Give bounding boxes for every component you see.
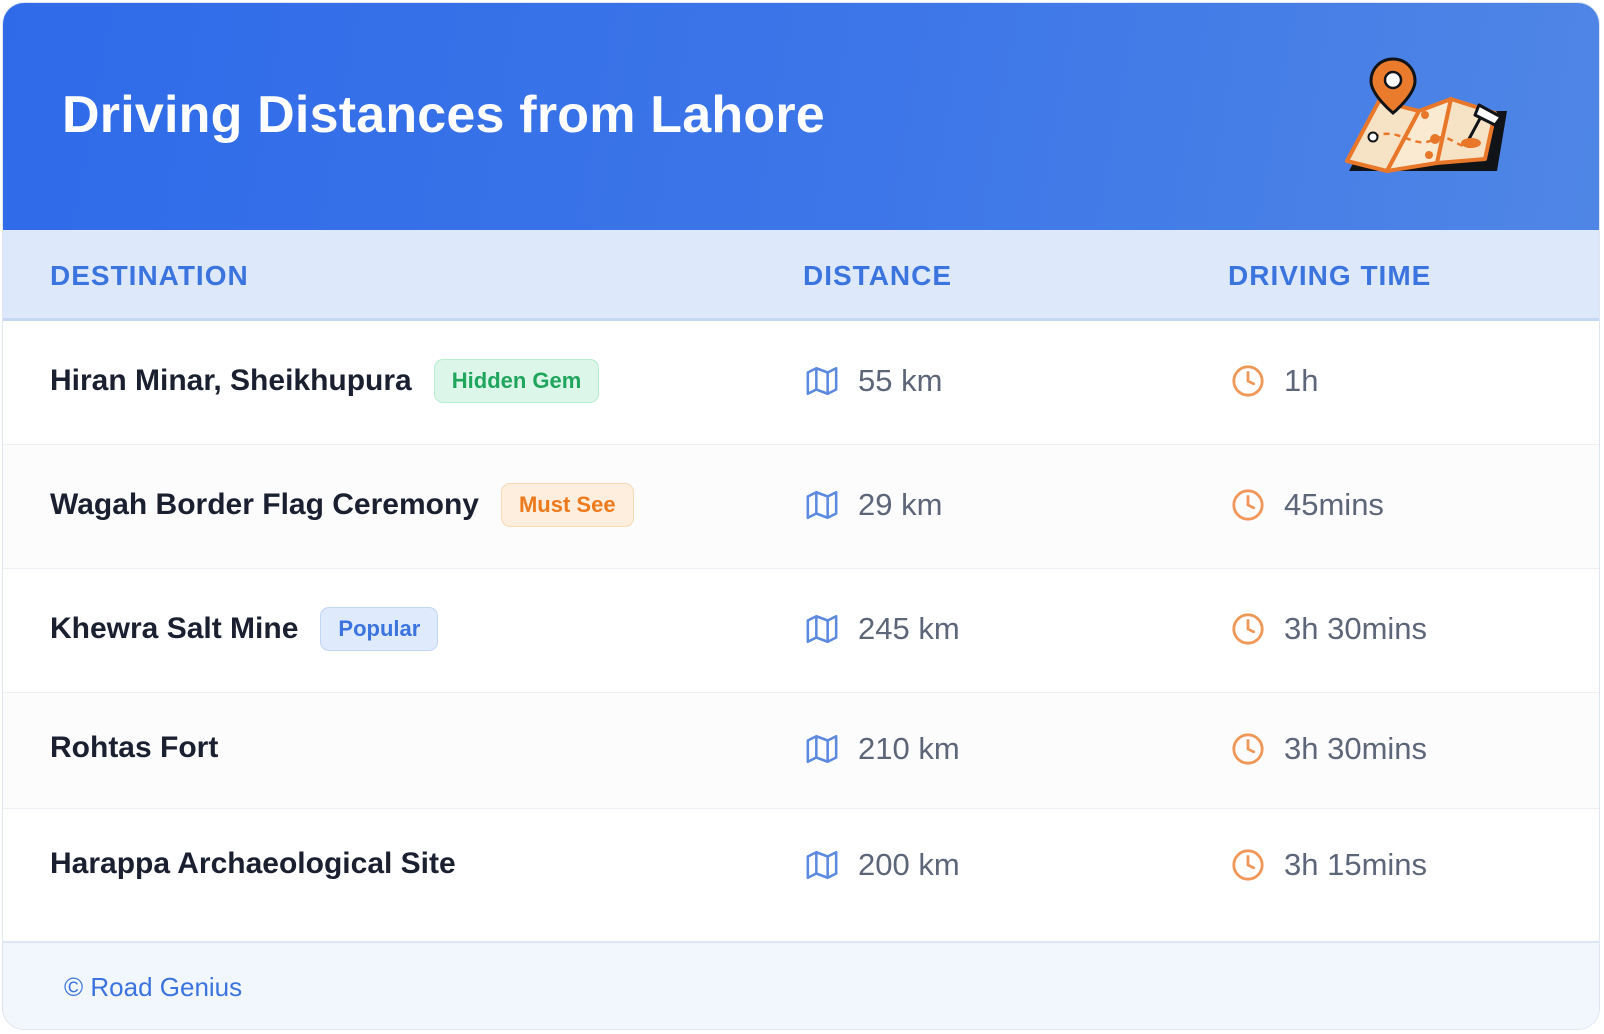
time-cell: 3h 15mins [1231, 847, 1427, 883]
table-row: Hiran Minar, Sheikhupura Hidden Gem 55 k… [3, 321, 1599, 445]
map-icon [806, 614, 838, 644]
map-icon [806, 366, 838, 396]
destination-cell: Khewra Salt Mine Popular [50, 607, 439, 651]
destination-cell: Rohtas Fort [50, 731, 218, 765]
clock-icon [1232, 365, 1264, 397]
table-row: Rohtas Fort 210 km 3h 30mins [3, 693, 1599, 809]
status-badge: Popular [320, 607, 439, 651]
table-row: Harappa Archaeological Site 200 km 3h 15… [3, 809, 1599, 941]
page-title: Driving Distances from Lahore [62, 86, 825, 144]
status-badge: Hidden Gem [433, 359, 600, 403]
distance-value: 29 km [858, 487, 943, 522]
distance-value: 245 km [858, 611, 960, 646]
clock-icon [1232, 489, 1264, 521]
time-value: 3h 15mins [1284, 847, 1428, 882]
table-row: Khewra Salt Mine Popular 245 km 3h 30min… [3, 569, 1599, 693]
distance-cell: 200 km [805, 847, 960, 883]
time-value: 3h 30mins [1284, 731, 1428, 766]
destination-name: Rohtas Fort [50, 731, 219, 764]
time-cell: 3h 30mins [1231, 611, 1427, 647]
clock-icon [1232, 849, 1264, 881]
destination-cell: Harappa Archaeological Site [50, 847, 456, 881]
distance-cell: 210 km [805, 731, 960, 767]
distance-value: 210 km [858, 731, 960, 766]
clock-icon [1232, 733, 1264, 765]
distance-value: 55 km [858, 363, 943, 398]
distance-cell: 245 km [805, 611, 960, 647]
time-value: 3h 30mins [1284, 611, 1428, 646]
time-cell: 45mins [1231, 487, 1384, 523]
distance-cell: 55 km [805, 363, 942, 399]
column-header-distance: DISTANCE [803, 260, 953, 291]
time-value: 1h [1284, 363, 1319, 398]
driving-distances-card: Driving Distances from Lahore DESTINATIO… [2, 2, 1600, 1030]
destination-name: Hiran Minar, Sheikhupura [50, 364, 412, 397]
destination-name: Harappa Archaeological Site [50, 847, 456, 880]
map-icon [806, 734, 838, 764]
footer-credit: © Road Genius [64, 972, 243, 1002]
time-value: 45mins [1284, 487, 1384, 522]
map-icon [806, 850, 838, 880]
clock-icon [1232, 613, 1264, 645]
card-header: Driving Distances from Lahore [3, 3, 1599, 230]
card-footer: © Road Genius [3, 941, 1599, 1029]
status-badge: Must See [500, 483, 634, 527]
table-row: Wagah Border Flag Ceremony Must See 29 k… [3, 445, 1599, 569]
time-cell: 3h 30mins [1231, 731, 1427, 767]
distance-cell: 29 km [805, 487, 942, 523]
destination-cell: Wagah Border Flag Ceremony Must See [50, 483, 634, 527]
map-icon [806, 490, 838, 520]
destination-cell: Hiran Minar, Sheikhupura Hidden Gem [50, 359, 600, 403]
destination-name: Wagah Border Flag Ceremony [50, 488, 479, 521]
column-header-driving-time: DRIVING TIME [1228, 260, 1432, 291]
table-header: DESTINATION DISTANCE DRIVING TIME [3, 230, 1599, 321]
folded-map-with-pins-icon [1345, 57, 1507, 173]
distance-value: 200 km [858, 847, 960, 882]
time-cell: 1h [1231, 363, 1318, 399]
column-header-destination: DESTINATION [50, 260, 249, 291]
destination-name: Khewra Salt Mine [50, 612, 299, 645]
